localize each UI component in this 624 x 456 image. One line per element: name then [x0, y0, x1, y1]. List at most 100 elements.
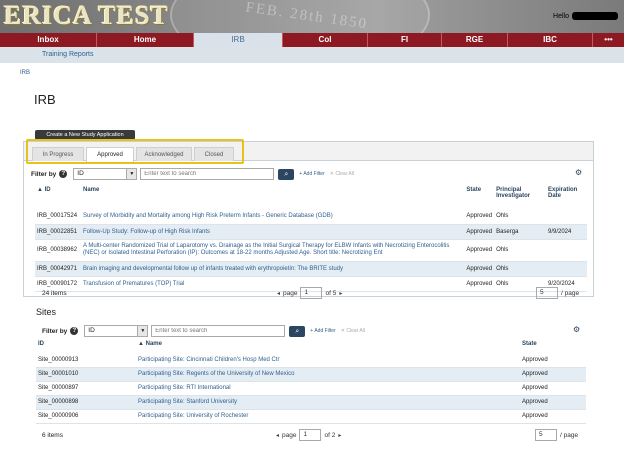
- nav-tab-ibc[interactable]: IBC: [508, 33, 593, 47]
- redacted-username: [572, 12, 618, 20]
- sub-nav: Training Reports: [0, 47, 624, 63]
- table-row[interactable]: IRB_00022851 Follow-Up Study: Follow-up …: [35, 224, 587, 240]
- clear-all-button[interactable]: ✕ Clear All: [330, 171, 354, 177]
- table-row[interactable]: IRB_00017524 Survey of Morbidity and Mor…: [35, 209, 587, 225]
- filter-field-value: ID: [77, 170, 84, 177]
- sites-item-count: 6 items: [42, 432, 63, 439]
- prev-page-icon[interactable]: ◂: [277, 290, 280, 297]
- study-state: Approved: [464, 224, 495, 240]
- site-name-link[interactable]: Participating Site: Regents of the Unive…: [136, 367, 520, 382]
- site-name-link[interactable]: Participating Site: RTI International: [136, 381, 520, 396]
- table-row[interactable]: IRB_00038962 A Multi-center Randomized T…: [35, 239, 587, 262]
- col-id-label: ID: [44, 187, 51, 193]
- col-header-name[interactable]: Name: [81, 187, 464, 209]
- page-size-input[interactable]: 5: [536, 287, 558, 299]
- tab-strip: In Progress Approved Acknowledged Closed: [24, 139, 593, 164]
- page-size-label: / page: [561, 289, 580, 297]
- clear-all-label: Clear All: [346, 328, 365, 334]
- page-label: page: [282, 431, 297, 439]
- study-search-input[interactable]: [140, 168, 275, 180]
- study-name-link[interactable]: Transfusion of Prematures (TOP) Trial: [80, 276, 465, 292]
- search-icon: ⌕: [284, 170, 289, 178]
- studies-panel: In Progress Approved Acknowledged Closed…: [23, 139, 594, 299]
- table-row[interactable]: Site_00001010 Participating Site: Regent…: [36, 367, 586, 382]
- study-id: IRB_00038962: [35, 239, 81, 262]
- filter-by-label: Filter by: [31, 170, 57, 178]
- chevron-down-icon: ▼: [126, 169, 137, 179]
- chevron-down-icon: ▼: [137, 326, 148, 336]
- nav-tab-coi[interactable]: CoI: [283, 33, 368, 47]
- site-id: Site_00000906: [36, 409, 136, 424]
- breadcrumb[interactable]: IRB: [20, 70, 30, 76]
- site-state: Approved: [520, 353, 586, 368]
- add-filter-button[interactable]: + Add Filter: [310, 328, 335, 334]
- user-greeting[interactable]: Hello: [553, 12, 618, 20]
- training-reports-link[interactable]: Training Reports: [42, 51, 94, 58]
- table-row[interactable]: IRB_00042971 Brain imaging and developme…: [35, 261, 587, 277]
- study-pi: Ohls: [494, 261, 546, 277]
- study-name-link[interactable]: Survey of Morbidity and Mortality among …: [80, 209, 465, 225]
- search-button[interactable]: ⌕: [278, 168, 295, 180]
- study-state: Approved: [464, 261, 495, 277]
- study-name-link[interactable]: A Multi-center Randomized Trial of Lapar…: [80, 239, 465, 262]
- col-header-pi[interactable]: Principal Investigator: [494, 187, 546, 209]
- nav-tab-home[interactable]: Home: [97, 33, 194, 47]
- col-header-expiration[interactable]: Expiration Date: [546, 187, 587, 209]
- study-pi: Baserga: [494, 224, 546, 240]
- table-row[interactable]: Site_00000898 Participating Site: Stanfo…: [36, 395, 586, 410]
- clear-all-label: Clear All: [335, 171, 354, 177]
- study-state: Approved: [464, 209, 495, 225]
- site-search-input[interactable]: [151, 325, 286, 337]
- table-row[interactable]: Site_00000913 Participating Site: Cincin…: [36, 353, 586, 368]
- help-icon[interactable]: ?: [59, 170, 68, 178]
- table-row[interactable]: Site_00000906 Participating Site: Univer…: [36, 409, 586, 424]
- studies-page-size: 5 / page: [536, 287, 579, 299]
- add-filter-button[interactable]: + Add Filter: [299, 171, 324, 177]
- nav-tab-fi[interactable]: FI: [368, 33, 442, 47]
- page-number-input[interactable]: 1: [299, 429, 322, 441]
- col-header-name[interactable]: ▲ Name: [136, 341, 520, 353]
- study-name-link[interactable]: Follow-Up Study: Follow-up of High Risk …: [80, 224, 465, 240]
- help-icon[interactable]: ?: [70, 327, 79, 335]
- study-state: Approved: [464, 276, 495, 292]
- studies-table: ▲ ID Name State Principal Investigator E…: [35, 187, 587, 292]
- page-number-input[interactable]: 1: [300, 287, 323, 299]
- study-name-link[interactable]: Brain imaging and developmental follow u…: [80, 261, 465, 277]
- col-header-id[interactable]: ▲ ID: [35, 187, 81, 209]
- filter-by-label: Filter by: [42, 327, 68, 335]
- filter-field-value: ID: [88, 327, 95, 334]
- next-page-icon[interactable]: ▸: [338, 432, 341, 439]
- page-size-input[interactable]: 5: [535, 429, 557, 441]
- filter-field-select[interactable]: ID ▼: [84, 325, 149, 337]
- site-name-link[interactable]: Participating Site: Cincinnati Children'…: [136, 353, 520, 368]
- col-header-state[interactable]: State: [464, 187, 494, 209]
- next-page-icon[interactable]: ▸: [339, 290, 342, 297]
- col-header-id[interactable]: ID: [36, 341, 136, 353]
- site-name-link[interactable]: Participating Site: University of Roches…: [136, 409, 520, 424]
- nav-tab-irb[interactable]: IRB: [194, 33, 283, 47]
- page-total: of 2: [324, 431, 336, 439]
- table-row[interactable]: Site_00000897 Participating Site: RTI In…: [36, 381, 586, 396]
- site-filter-bar: Filter by ? ID ▼ ⌕ + Add Filter ✕ Clear …: [42, 325, 365, 337]
- main-nav: Inbox Home IRB CoI FI RGE IBC •••: [0, 33, 624, 47]
- site-id: Site_00000913: [36, 353, 136, 368]
- clear-all-button[interactable]: ✕ Clear All: [341, 328, 365, 334]
- study-expiration: [546, 261, 587, 277]
- site-logo[interactable]: ERICA TEST: [4, 1, 169, 31]
- col-name-label: Name: [145, 341, 162, 347]
- header-banner: FEB. 28th 1850 ERICA TEST Hello: [0, 0, 624, 33]
- search-button[interactable]: ⌕: [289, 325, 306, 337]
- nav-tab-rge[interactable]: RGE: [442, 33, 508, 47]
- site-id: Site_00000898: [36, 395, 136, 410]
- study-expiration: [546, 239, 587, 262]
- nav-more-menu[interactable]: •••: [593, 33, 624, 47]
- gear-icon[interactable]: ⚙: [575, 168, 582, 177]
- filter-field-select[interactable]: ID ▼: [73, 168, 138, 180]
- site-name-link[interactable]: Participating Site: Stanford University: [136, 395, 520, 410]
- page-label: page: [283, 289, 298, 297]
- nav-tab-inbox[interactable]: Inbox: [0, 33, 97, 47]
- gear-icon[interactable]: ⚙: [573, 325, 580, 334]
- col-header-state[interactable]: State: [520, 341, 586, 353]
- prev-page-icon[interactable]: ◂: [276, 432, 279, 439]
- study-id: IRB_00017524: [35, 209, 81, 225]
